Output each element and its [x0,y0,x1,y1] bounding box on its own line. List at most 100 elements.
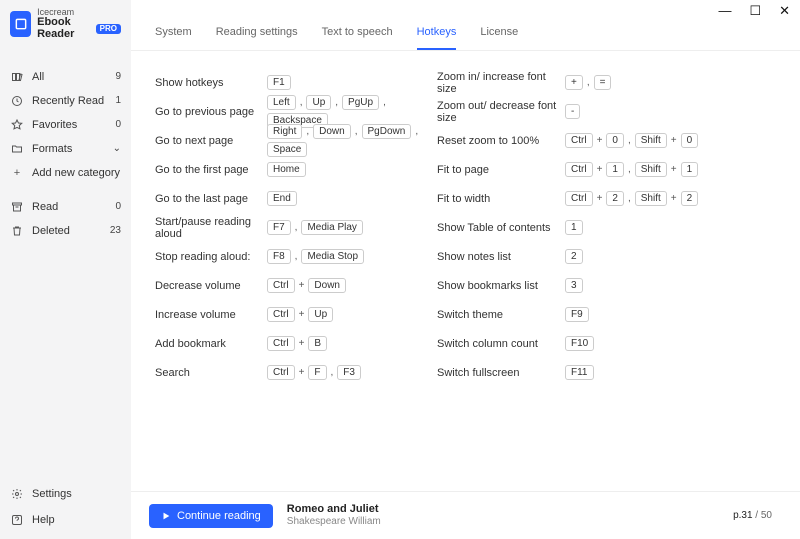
hotkey-label: Switch column count [437,332,565,355]
sidebar-item-add-category[interactable]: + Add new category [0,161,131,185]
hotkey-label: Go to the first page [155,158,267,181]
key: 1 [606,162,624,177]
sidebar-item-deleted[interactable]: Deleted 23 [0,219,131,243]
tab-reading-settings[interactable]: Reading settings [216,26,298,50]
hotkey-label: Go to the last page [155,187,267,210]
hotkey-label: Zoom in/ increase font size [437,71,565,94]
window-minimize-button[interactable]: — [718,4,731,20]
hotkey-label: Decrease volume [155,274,267,297]
key: 2 [681,191,699,206]
hotkeys-content: Show hotkeysGo to previous pageGo to nex… [131,51,800,491]
key: 2 [565,249,583,264]
sidebar-item-help[interactable]: Help [0,507,131,533]
window-maximize-button[interactable]: ☐ [749,4,761,20]
tab-system[interactable]: System [155,26,192,50]
hotkey-keys: F7,Media Play [267,220,363,235]
key: Ctrl [267,278,295,293]
sidebar-item-recently-read[interactable]: Recently Read 1 [0,89,131,113]
brand-line2: Ebook Reader PRO [37,17,121,40]
sidebar-item-label: Help [32,514,55,526]
hotkey-keys: Ctrl+1,Shift+1 [565,162,698,177]
hotkey-keys: 2 [565,249,583,264]
sidebar-item-label: Formats [32,143,72,155]
key: End [267,191,297,206]
continue-reading-label: Continue reading [177,510,261,522]
continue-reading-button[interactable]: Continue reading [149,504,273,528]
trash-icon [10,225,24,237]
settings-tabs: System Reading settings Text to speech Hotk… [131,20,800,51]
key: Home [267,162,306,177]
key: Media Play [301,220,362,235]
key: Ctrl [267,307,295,322]
key: Shift [635,162,667,177]
hotkey-label: Increase volume [155,303,267,326]
hotkey-label: Show Table of contents [437,216,565,239]
key: PgDown [362,124,412,139]
sidebar-item-label: Deleted [32,225,70,237]
key: 0 [681,133,699,148]
key: Shift [635,133,667,148]
sidebar-item-read[interactable]: Read 0 [0,195,131,219]
hotkey-label: Stop reading aloud: [155,245,267,268]
hotkey-label: Show bookmarks list [437,274,565,297]
tab-license[interactable]: License [480,26,518,50]
chevron-down-icon: ⌄ [113,143,121,154]
star-icon [10,119,24,131]
key: Left [267,95,296,110]
sidebar-item-favorites[interactable]: Favorites 0 [0,113,131,137]
sidebar-item-label: Recently Read [32,95,104,107]
hotkey-label: Show hotkeys [155,71,267,94]
key: F9 [565,307,589,322]
hotkey-keys: Ctrl+Up [267,307,333,322]
hotkey-label: Fit to page [437,158,565,181]
hotkey-keys: F11 [565,365,594,380]
footer: Continue reading Romeo and Juliet Shakes… [131,491,800,539]
hotkey-keys: F1 [267,75,291,90]
key: Media Stop [301,249,364,264]
folder-icon [10,143,24,155]
help-icon [10,514,24,526]
main: — ☐ ✕ System Reading settings Text to spee… [131,0,800,539]
key: Down [308,278,346,293]
history-icon [10,95,24,107]
hotkey-label: Switch fullscreen [437,361,565,384]
hotkey-keys: F9 [565,307,589,322]
hotkey-label: Start/pause reading aloud [155,216,267,239]
sidebar-item-all[interactable]: All 9 [0,65,131,89]
key: = [594,75,612,90]
sidebar-item-label: Read [32,201,58,213]
hotkey-keys: Ctrl+0,Shift+0 [565,133,698,148]
hotkey-label: Search [155,361,267,384]
key: F10 [565,336,594,351]
current-book-info: Romeo and Juliet Shakespeare William [287,503,381,528]
archive-icon [10,201,24,213]
sidebar-item-count: 9 [115,71,121,82]
key: Space [267,142,307,157]
sidebar-item-count: 0 [115,119,121,130]
hotkey-keys: Ctrl+Down [267,278,346,293]
key: 3 [565,278,583,293]
key: Ctrl [565,133,593,148]
hotkey-label: Fit to width [437,187,565,210]
key: Ctrl [565,191,593,206]
sidebar-item-formats[interactable]: Formats ⌄ [0,137,131,161]
plus-icon: + [10,167,24,179]
tab-hotkeys[interactable]: Hotkeys [417,26,457,50]
key: F7 [267,220,291,235]
sidebar-item-count: 1 [115,95,121,106]
window-close-button[interactable]: ✕ [779,4,790,20]
key: 0 [606,133,624,148]
hotkey-keys: 3 [565,278,583,293]
hotkey-label: Show notes list [437,245,565,268]
tab-text-to-speech[interactable]: Text to speech [322,26,393,50]
key: Ctrl [565,162,593,177]
key: F3 [337,365,361,380]
hotkey-keys: Right,Down,PgDown,Space [267,124,437,157]
sidebar-item-count: 0 [115,201,121,212]
sidebar-item-settings[interactable]: Settings [0,481,131,507]
key: Shift [635,191,667,206]
hotkey-keys: +,= [565,75,611,90]
key: F1 [267,75,291,90]
hotkey-keys: Home [267,162,306,177]
key: F11 [565,365,594,380]
